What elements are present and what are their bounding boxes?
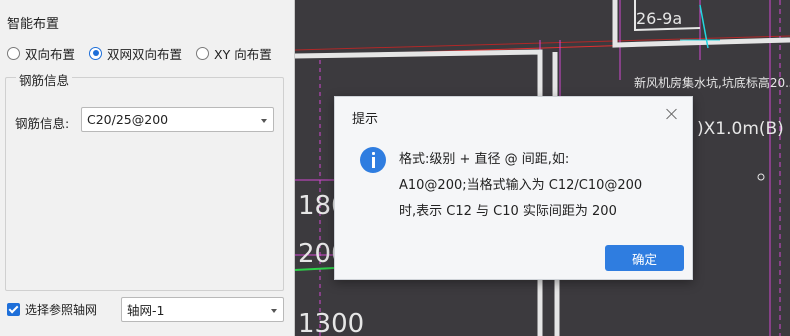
axis-combobox-value: 轴网-1 — [127, 303, 165, 318]
radio-double-net-bidirectional[interactable]: 双网双向布置 — [89, 44, 182, 63]
prompt-dialog: 提示 格式:级别 + 直径 @ 间距,如: A10@200;当格式输入为 C12… — [334, 96, 693, 280]
rebar-group-title: 钢筋信息 — [16, 70, 73, 89]
rebar-info-group: 钢筋信息 钢筋信息: C20/25@200 — [5, 70, 284, 291]
radio-label: XY 向布置 — [214, 46, 272, 62]
panel-title: 智能布置 — [7, 17, 60, 32]
cad-label-pit-note: 新风机房集水坑,坑底标高20.3 — [634, 75, 790, 90]
rebar-combobox[interactable]: C20/25@200 — [81, 107, 274, 132]
rebar-combobox-value: C20/25@200 — [87, 112, 169, 127]
cad-label-grid-tag: 26-9a — [636, 9, 682, 28]
radio-indicator — [89, 46, 103, 60]
dialog-title: 提示 — [352, 112, 379, 127]
chevron-down-icon — [261, 118, 267, 123]
axis-checkbox-label: 选择参照轴网 — [25, 303, 98, 317]
cad-label-dim-1300: 1300 — [298, 309, 364, 336]
cad-label-dim-right: )X1.0m(B) — [697, 119, 784, 139]
axis-checkbox-row[interactable]: 选择参照轴网 — [7, 301, 97, 318]
chevron-down-icon — [271, 308, 277, 313]
rebar-field-label: 钢筋信息: — [15, 116, 70, 131]
axis-combobox[interactable]: 轴网-1 — [121, 297, 284, 322]
info-icon — [360, 147, 386, 173]
dialog-message-line: A10@200;当格式输入为 C12/C10@200 — [399, 178, 643, 193]
ok-button[interactable]: 确定 — [605, 245, 684, 271]
radio-label: 双网双向布置 — [107, 46, 183, 62]
radio-indicator — [7, 46, 20, 60]
layout-mode-group: 双向布置 双网双向布置 XY 向布置 — [7, 44, 286, 62]
radio-xy[interactable]: XY 向布置 — [196, 44, 272, 63]
radio-bidirectional[interactable]: 双向布置 — [7, 44, 75, 63]
dialog-message-line: 格式:级别 + 直径 @ 间距,如: — [399, 152, 570, 167]
close-icon[interactable] — [664, 106, 680, 122]
axis-checkbox[interactable] — [7, 303, 20, 316]
smart-layout-panel: 智能布置 双向布置 双网双向布置 XY 向布置 钢筋信息 钢筋信息: C20/2… — [0, 0, 295, 336]
radio-indicator — [196, 46, 210, 60]
dialog-message-line: 时,表示 C12 与 C10 实际间距为 200 — [399, 204, 617, 219]
radio-label: 双向布置 — [25, 46, 76, 62]
